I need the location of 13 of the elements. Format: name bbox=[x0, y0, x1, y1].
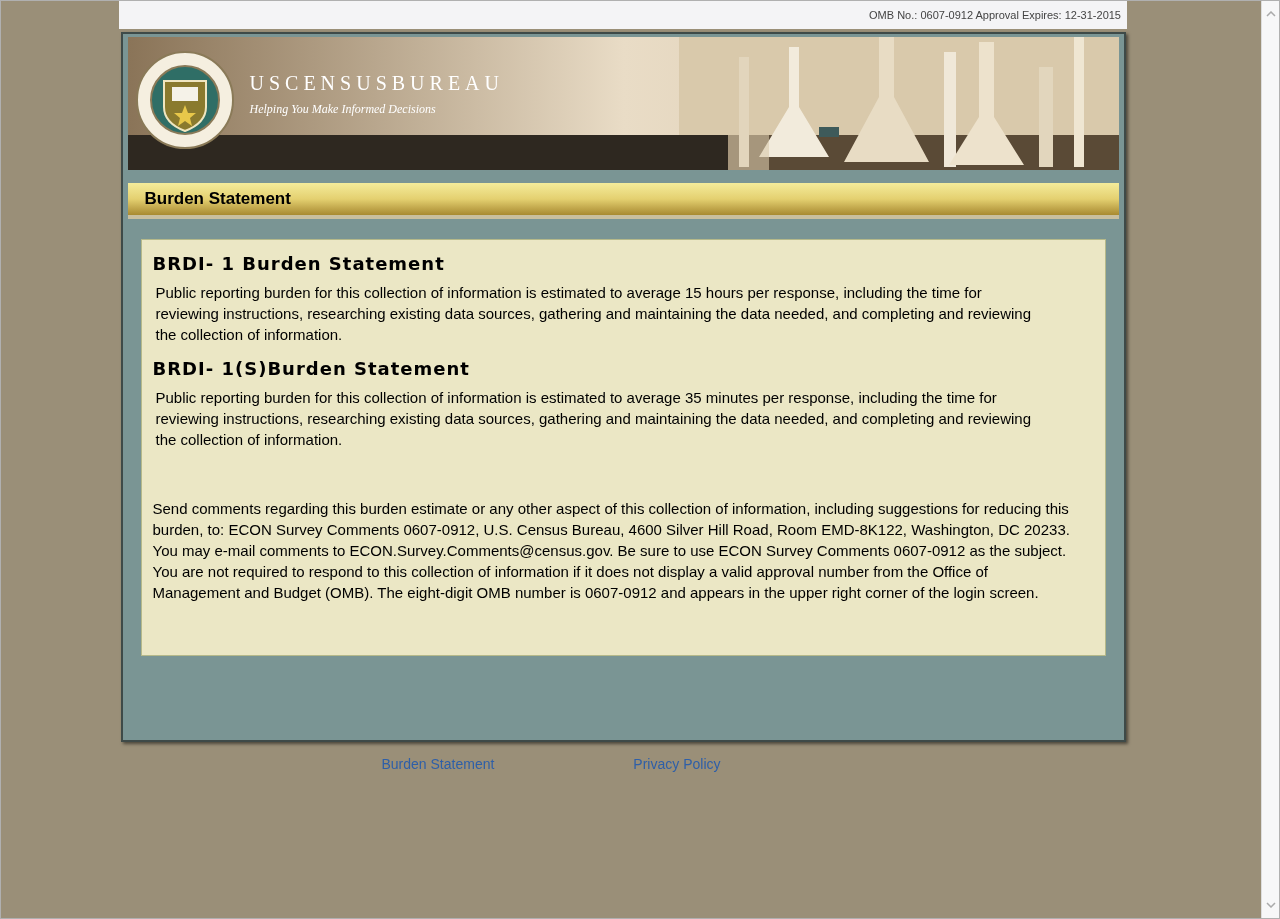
banner-tagline: Helping You Make Informed Decisions bbox=[249, 101, 437, 118]
scroll-down-icon[interactable] bbox=[1265, 902, 1276, 908]
scroll-up-icon[interactable] bbox=[1265, 11, 1276, 17]
statement-paragraph: Public reporting burden for this collection of information is estimated to average 15 hours per response, including the time for reviewing instructions, researching existing data sources, gathering and maintaining the data needed, and completing and reviewing the collection of information. bbox=[154, 283, 1033, 345]
footer-link[interactable]: Burden Statement bbox=[381, 754, 495, 775]
section-header: Burden Statement bbox=[144, 188, 291, 211]
omb-notice: OMB No.: 0607-0912 Approval Expires: 12-31-2015 bbox=[869, 7, 1121, 23]
statement-paragraph: Public reporting burden for this collection of information is estimated to average 35 minutes per response, including the time for reviewing instructions, researching existing data sources, gathering and maintaining the data needed, and completing and reviewing the collection of information. bbox=[154, 388, 1033, 450]
footer-link[interactable]: Privacy Policy bbox=[633, 754, 721, 775]
statement-heading: BRDI- 1 Burden Statement bbox=[152, 252, 446, 276]
banner-title: USCENSUSBUREAU bbox=[249, 71, 504, 96]
statement-heading: BRDI- 1(S)Burden Statement bbox=[152, 357, 471, 381]
comments-paragraph: Send comments regarding this burden estimate or any other aspect of this collection of information, including suggestions for reducing this burden, to: ECON Survey Comments 0607-0912, U.S. Census Bureau, 4600 Silver Hill Road, Room EMD-8K122, Washington, DC 20233. You may e-mail comments to ECON.Survey.Comments@census.gov. Be sure to use ECON Survey Comments 0607-0912 as the subject. You are not required to respond to this collection of information if it does not display a valid approval number from the Office of Management and Budget (OMB). The eight-digit OMB number is 0607-0912 and appears in the upper right corner of the login screen. bbox=[152, 499, 1071, 603]
